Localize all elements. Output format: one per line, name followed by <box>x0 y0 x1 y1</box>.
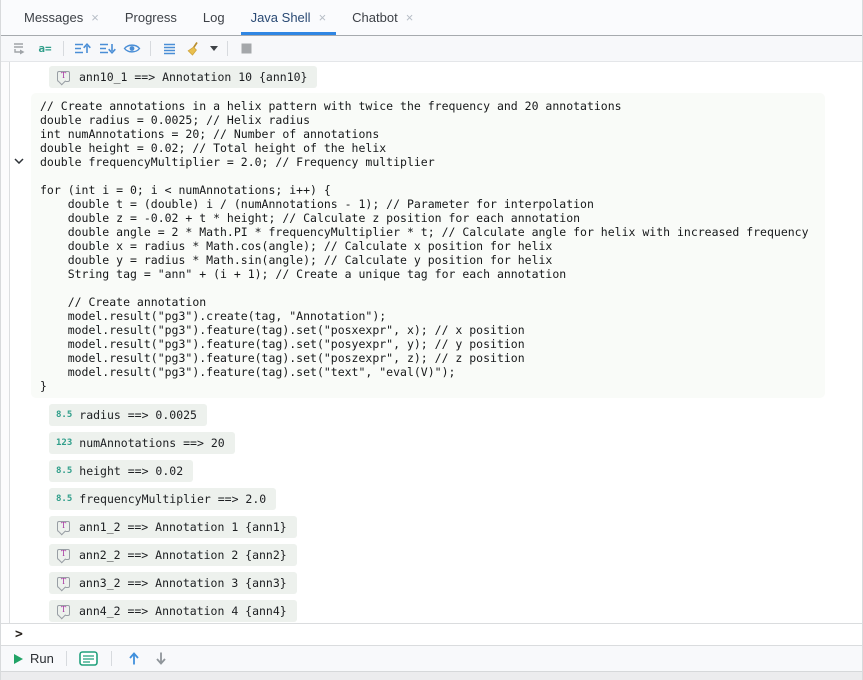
result-ann2_2: T ann2_2 ==> Annotation 2 {ann2} <box>49 544 297 566</box>
console-icon <box>79 651 98 666</box>
close-icon[interactable]: × <box>406 11 414 24</box>
toolbar-separator <box>150 41 151 56</box>
result-frequencymultiplier: 8.5 frequencyMultiplier ==> 2.0 <box>49 488 276 510</box>
code-block[interactable]: // Create annotations in a helix pattern… <box>31 93 825 398</box>
broom-icon <box>186 41 202 57</box>
next-command-button[interactable] <box>96 39 118 59</box>
tab-chatbot[interactable]: Chatbot × <box>339 0 426 35</box>
assign-variable-icon: a= <box>38 42 51 55</box>
list-lines-icon <box>162 42 177 56</box>
tab-label: Chatbot <box>352 10 398 25</box>
toolbar-separator <box>63 41 64 56</box>
result-ann4_2: T ann4_2 ==> Annotation 4 {ann4} <box>49 600 297 622</box>
result-text: height ==> 0.02 <box>79 464 183 478</box>
insert-line-icon <box>12 41 28 56</box>
result-text: ann4_2 ==> Annotation 4 {ann4} <box>79 604 287 618</box>
result-ann1_2: T ann1_2 ==> Annotation 1 {ann1} <box>49 516 297 538</box>
select-all-lines-button[interactable] <box>158 39 180 59</box>
eye-icon <box>123 42 141 55</box>
result-text: numAnnotations ==> 20 <box>79 436 224 450</box>
annotation-icon: T <box>57 605 70 616</box>
insert-line-button[interactable] <box>9 39 31 59</box>
result-text: ann1_2 ==> Annotation 1 {ann1} <box>79 520 287 534</box>
run-toolbar: Run <box>1 646 862 671</box>
preview-button[interactable] <box>121 39 143 59</box>
tab-progress[interactable]: Progress <box>112 0 190 35</box>
result-ann3_2: T ann3_2 ==> Annotation 3 {ann3} <box>49 572 297 594</box>
console-input-line[interactable]: > <box>1 623 862 646</box>
console-output-area[interactable]: T ann10_1 ==> Annotation 10 {ann10} // C… <box>1 62 862 623</box>
shell-toolbar: a= <box>1 36 862 62</box>
up-arrow-icon <box>128 651 140 666</box>
tab-bar: Messages × Progress Log Java Shell × Cha… <box>1 0 862 36</box>
annotation-icon: T <box>57 577 70 588</box>
runbar-separator <box>111 651 112 666</box>
result-text: radius ==> 0.0025 <box>79 408 197 422</box>
clear-console-button[interactable] <box>183 39 205 59</box>
play-icon <box>14 654 23 664</box>
toolbar-separator <box>227 41 228 56</box>
scroll-down-button[interactable] <box>151 651 171 666</box>
tab-log[interactable]: Log <box>190 0 238 35</box>
result-height: 8.5 height ==> 0.02 <box>49 460 193 482</box>
prompt-symbol: > <box>15 627 23 642</box>
scroll-up-button[interactable] <box>124 651 144 666</box>
tab-java-shell[interactable]: Java Shell × <box>238 0 340 35</box>
tab-messages[interactable]: Messages × <box>11 0 112 35</box>
code-text: // Create annotations in a helix pattern… <box>40 99 825 393</box>
stop-icon <box>241 43 252 54</box>
int-type-icon: 123 <box>56 438 72 448</box>
clear-options-dropdown[interactable] <box>208 39 220 59</box>
result-ann10_1: T ann10_1 ==> Annotation 10 {ann10} <box>49 66 317 88</box>
run-button-label: Run <box>30 651 54 666</box>
previous-command-icon <box>73 41 91 56</box>
double-type-icon: 8.5 <box>56 410 72 420</box>
assign-variable-button[interactable]: a= <box>34 39 56 59</box>
annotation-icon: T <box>57 549 70 560</box>
close-icon[interactable]: × <box>91 11 99 24</box>
run-button[interactable]: Run <box>14 651 54 666</box>
result-text: ann2_2 ==> Annotation 2 {ann2} <box>79 548 287 562</box>
down-arrow-icon <box>155 651 167 666</box>
runbar-separator <box>66 651 67 666</box>
close-icon[interactable]: × <box>319 11 327 24</box>
stop-button[interactable] <box>235 39 257 59</box>
result-radius: 8.5 radius ==> 0.0025 <box>49 404 207 426</box>
collapse-code-icon[interactable] <box>14 158 24 164</box>
result-text: ann3_2 ==> Annotation 3 {ann3} <box>79 576 287 590</box>
dropdown-caret-icon <box>210 46 218 51</box>
annotation-icon: T <box>57 521 70 532</box>
tab-label: Progress <box>125 10 177 25</box>
result-numannotations: 123 numAnnotations ==> 20 <box>49 432 235 454</box>
double-type-icon: 8.5 <box>56 494 72 504</box>
tab-label: Log <box>203 10 225 25</box>
result-text: ann10_1 ==> Annotation 10 {ann10} <box>79 70 307 84</box>
tab-label: Messages <box>24 10 83 25</box>
window-bottom-edge <box>1 671 862 680</box>
annotation-icon: T <box>57 71 70 82</box>
java-shell-window: Messages × Progress Log Java Shell × Cha… <box>0 0 863 680</box>
console-gutter <box>1 62 10 623</box>
tab-label: Java Shell <box>251 10 311 25</box>
next-command-icon <box>98 41 116 56</box>
double-type-icon: 8.5 <box>56 466 72 476</box>
result-text: frequencyMultiplier ==> 2.0 <box>79 492 266 506</box>
previous-command-button[interactable] <box>71 39 93 59</box>
console-view-button[interactable] <box>79 651 99 666</box>
